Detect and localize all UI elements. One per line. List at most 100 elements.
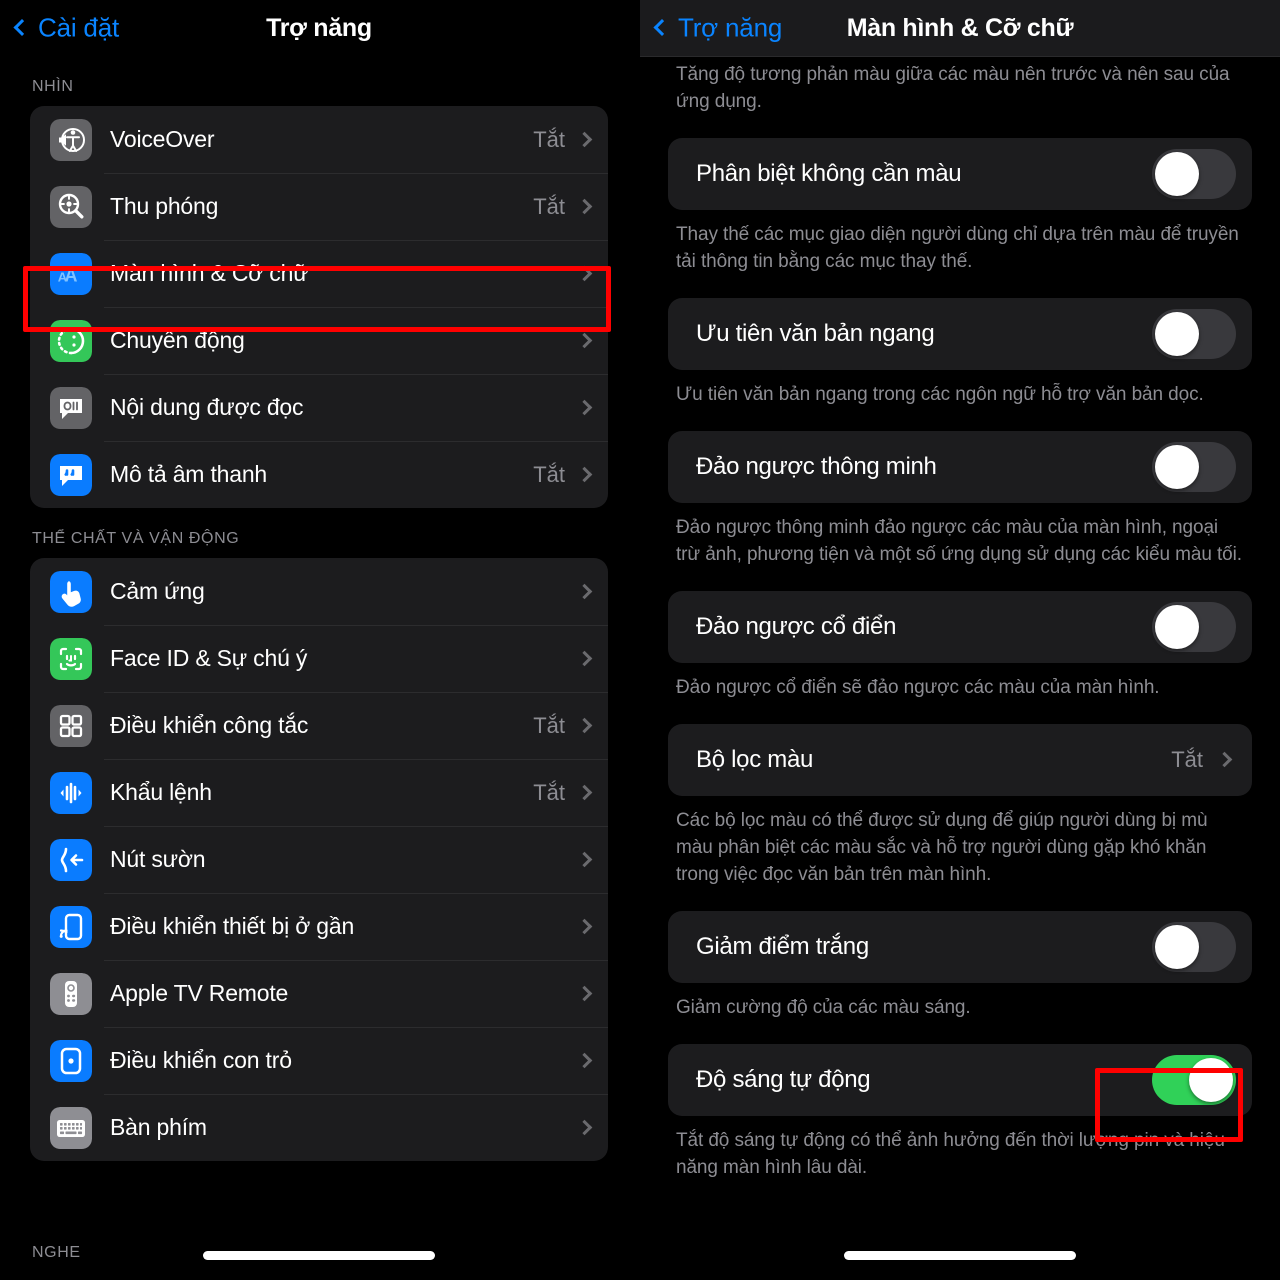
chevron-right-icon [576,985,593,1002]
setting-value: Tắt [1171,746,1203,772]
footnote-smart-invert: Đảo ngược thông minh đảo ngược các màu c… [676,516,1242,565]
apple-tv-remote-icon [50,972,92,1015]
setting-row-auto-brightness[interactable]: Độ sáng tự động [668,1043,1252,1116]
toggle-reduce-white-point[interactable] [1152,921,1236,972]
display-text-aa-icon: A A [50,252,92,295]
chevron-left-icon [13,19,31,36]
chevron-right-icon [576,332,593,349]
chevron-right-icon [576,650,593,667]
list-item-label: Bàn phím [110,1114,207,1140]
list-item-label: Face ID & Sự chú ý [110,645,308,671]
toggle-knob [1189,1057,1233,1102]
chevron-left-icon [653,19,671,36]
list-item-side-button[interactable]: Nút sườn [30,826,608,893]
toggle-differentiate-without-color[interactable] [1152,148,1236,199]
list-item-value: Tắt [533,193,565,219]
list-item-label: Thu phóng [110,193,219,219]
chevron-right-icon [576,399,593,416]
list-item-label: Nội dung được đọc [110,394,304,420]
list-item-value: Tắt [533,126,565,152]
chevron-right-icon [576,466,593,483]
setting-label: Đảo ngược cổ điển [696,612,897,640]
footnote-differentiate-without-color: Thay thế các mục giao diện người dùng ch… [676,223,1239,272]
accessibility-screen: Cài đặt Trợ năng NHÌN VoiceOver Tắt Thu … [0,0,640,1280]
vision-group: VoiceOver Tắt Thu phóng Tắt A A Màn hình… [30,106,608,508]
setting-row-reduce-white-point[interactable]: Giảm điểm trắng [668,910,1252,983]
toggle-knob [1155,444,1199,489]
list-item-label: Nút sườn [110,846,206,872]
home-indicator[interactable] [844,1251,1076,1260]
list-item-keyboard[interactable]: Bàn phím [30,1094,608,1161]
list-item-voice-control[interactable]: Khẩu lệnh Tắt [30,759,608,826]
zoom-icon [50,185,92,228]
audio-description-icon [50,453,92,496]
list-item-spoken-content[interactable]: Nội dung được đọc [30,374,608,441]
footnote-prefer-horizontal-text: Ưu tiên văn bản ngang trong các ngôn ngữ… [676,383,1204,405]
toggle-knob [1155,604,1199,649]
toggle-prefer-horizontal-text[interactable] [1152,308,1236,359]
list-item-nearby-device-control[interactable]: Điều khiển thiết bị ở gần [30,893,608,960]
back-button-label: Trợ năng [678,12,783,43]
chevron-right-icon [576,717,593,734]
list-item-label: Cảm ứng [110,578,205,604]
list-item-pointer-control[interactable]: Điều khiển con trỏ [30,1027,608,1094]
list-item-label: VoiceOver [110,126,215,152]
chevron-right-icon [576,265,593,282]
list-item-touch[interactable]: Cảm ứng [30,558,608,625]
face-id-icon [50,637,92,680]
setting-row-differentiate-without-color[interactable]: Phân biệt không cần màu [668,137,1252,210]
setting-row-smart-invert[interactable]: Đảo ngược thông minh [668,430,1252,503]
list-item-apple-tv-remote[interactable]: Apple TV Remote [30,960,608,1027]
list-item-switch-control[interactable]: Điều khiển công tắc Tắt [30,692,608,759]
list-item-label: Mô tả âm thanh [110,461,268,487]
home-indicator[interactable] [203,1251,435,1260]
svg-text:A: A [58,269,68,284]
spoken-content-icon [50,386,92,429]
section-header-vision: NHÌN [32,78,74,95]
chevron-right-icon [1216,751,1233,768]
setting-row-color-filters[interactable]: Bộ lọc màu Tắt [668,723,1252,796]
list-item-label: Khẩu lệnh [110,779,212,805]
toggle-auto-brightness[interactable] [1152,1054,1236,1105]
list-item-display-and-text-size[interactable]: A A Màn hình & Cỡ chữ [30,240,608,307]
chevron-right-icon [576,583,593,600]
setting-row-classic-invert[interactable]: Đảo ngược cổ điển [668,590,1252,663]
list-item-value: Tắt [533,779,565,805]
back-button-settings[interactable]: Cài đặt [13,13,119,44]
list-item-face-id-and-attention[interactable]: Face ID & Sự chú ý [30,625,608,692]
footnote-reduce-white-point: Giảm cường độ của các màu sáng. [676,996,971,1018]
toggle-knob [1155,924,1199,969]
setting-label: Giảm điểm trắng [696,932,869,960]
chevron-right-icon [576,784,593,801]
chevron-right-icon [576,918,593,935]
list-item-voiceover[interactable]: VoiceOver Tắt [30,106,608,173]
switch-control-icon [50,704,92,747]
right-scroll-area[interactable]: Tăng độ tương phản màu giữa các màu nên … [640,56,1280,1280]
section-header-hearing: NGHE [32,1244,81,1261]
right-navbar: Trợ năng Màn hình & Cỡ chữ [640,0,1280,56]
chevron-right-icon [576,131,593,148]
setting-label: Phân biệt không cần màu [696,159,962,187]
back-button-accessibility[interactable]: Trợ năng [653,12,783,44]
toggle-smart-invert[interactable] [1152,441,1236,492]
setting-label: Bộ lọc màu [696,745,814,773]
list-item-label: Màn hình & Cỡ chữ [110,260,309,286]
list-item-zoom[interactable]: Thu phóng Tắt [30,173,608,240]
footnote-auto-brightness: Tắt độ sáng tự động có thể ảnh hưởng đến… [676,1129,1225,1178]
side-button-icon [50,838,92,881]
toggle-knob [1155,311,1199,356]
footnote-classic-invert: Đảo ngược cổ điển sẽ đảo ngược các màu c… [676,676,1160,698]
left-navbar: Cài đặt Trợ năng [0,0,638,56]
list-item-audio-descriptions[interactable]: Mô tả âm thanh Tắt [30,441,608,508]
nearby-device-icon [50,905,92,948]
pointer-control-icon [50,1039,92,1082]
left-scroll-area[interactable]: NHÌN VoiceOver Tắt Thu phóng Tắt A A Màn… [0,56,638,1280]
section-header-physical-and-motor: THỂ CHẤT VÀ VẬN ĐỘNG [32,530,240,547]
chevron-right-icon [576,1052,593,1069]
toggle-knob [1155,151,1199,196]
setting-row-prefer-horizontal-text[interactable]: Ưu tiên văn bản ngang [668,297,1252,370]
toggle-classic-invert[interactable] [1152,601,1236,652]
list-item-label: Điều khiển công tắc [110,712,309,738]
list-item-motion[interactable]: Chuyển động [30,307,608,374]
voiceover-icon [50,118,92,161]
